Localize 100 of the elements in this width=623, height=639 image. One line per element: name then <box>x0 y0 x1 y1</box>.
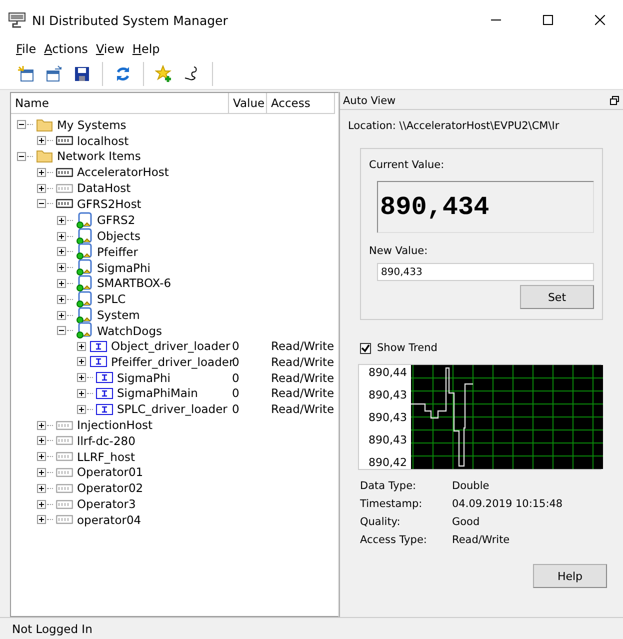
expand-toggle[interactable] <box>37 436 46 446</box>
expand-toggle[interactable] <box>57 294 66 304</box>
tree-item[interactable]: GFRS2Host <box>77 196 142 211</box>
current-value-display: 890,434 <box>377 181 594 233</box>
expand-toggle[interactable] <box>77 342 86 351</box>
process-icon <box>76 228 93 245</box>
collapse-toggle[interactable] <box>17 152 26 161</box>
computer-icon <box>56 184 73 193</box>
process-icon <box>76 243 93 260</box>
expand-toggle[interactable] <box>57 216 66 225</box>
pane-title: Auto View <box>343 94 396 106</box>
expand-toggle[interactable] <box>57 310 66 320</box>
help-button[interactable]: Help <box>533 564 607 588</box>
column-header[interactable]: Name <box>11 93 229 114</box>
expand-toggle[interactable] <box>57 247 66 256</box>
tree-item[interactable]: Pfeiffer <box>97 244 138 259</box>
show-trend-checkbox[interactable] <box>360 342 371 354</box>
expand-toggle[interactable] <box>37 468 46 477</box>
tree-item[interactable]: Pfeiffer_driver_loader <box>111 354 234 369</box>
tree-item[interactable]: SigmaPhi <box>97 260 150 275</box>
collapse-toggle[interactable] <box>37 199 46 208</box>
tree-item[interactable]: llrf-dc-280 <box>77 434 136 448</box>
computer-icon <box>56 436 73 446</box>
property-label: Access Type: <box>360 534 428 546</box>
tree-item[interactable]: localhost <box>77 134 129 148</box>
checkbox-label: Show Trend <box>377 342 438 354</box>
expand-toggle[interactable] <box>77 404 86 414</box>
status-bar: Not Logged In <box>0 617 623 639</box>
collapse-toggle[interactable] <box>57 326 66 336</box>
property-label: Data Type: <box>360 480 418 492</box>
menu-item[interactable]: View <box>96 42 124 56</box>
tree-item[interactable]: SPLC <box>97 292 126 306</box>
property-label: Timestamp: <box>360 498 424 510</box>
column-header[interactable]: Value <box>229 93 267 114</box>
value-cell-text: 0 <box>231 339 240 354</box>
expand-toggle[interactable] <box>77 373 86 382</box>
computer-icon <box>56 515 73 524</box>
tree-item[interactable]: SPLC_driver_loader <box>117 402 228 416</box>
expand-toggle[interactable] <box>37 452 46 462</box>
menu-item[interactable]: Help <box>132 42 160 56</box>
property-value: Read/Write <box>452 534 511 546</box>
axis-tick-label: 890,42 <box>368 456 407 469</box>
access-cell-text: Read/Write <box>270 339 335 354</box>
property-label: Quality: <box>360 516 402 528</box>
expand-toggle[interactable] <box>37 484 46 493</box>
expand-toggle[interactable] <box>37 500 46 509</box>
computer-icon <box>56 500 73 509</box>
axis-tick-label: 890,44 <box>368 366 407 379</box>
tree-item[interactable]: My Systems <box>57 118 126 132</box>
tree-item[interactable]: Objects <box>97 229 140 244</box>
property-value: Good <box>452 516 481 528</box>
property-value: Double <box>452 480 490 492</box>
tree-item[interactable]: Operator3 <box>77 497 136 512</box>
close-icon[interactable] <box>595 15 605 25</box>
access-cell-text: Read/Write <box>270 386 335 400</box>
field-label: Current Value: <box>369 159 446 171</box>
tree-item[interactable]: Object_driver_loader <box>111 339 230 354</box>
tree-item[interactable]: AcceleratorHost <box>77 165 169 180</box>
collapse-toggle[interactable] <box>17 120 26 130</box>
access-cell-text: Read/Write <box>270 402 335 416</box>
axis-tick-label: 890,43 <box>368 411 407 424</box>
tree-item[interactable]: SigmaPhiMain <box>117 386 198 400</box>
tree-item[interactable]: WatchDogs <box>97 324 162 338</box>
menu-item[interactable]: File <box>16 42 36 56</box>
tree-item[interactable]: SigmaPhi <box>117 370 170 385</box>
variable-icon <box>96 404 113 415</box>
set-button[interactable]: Set <box>520 285 594 309</box>
expand-toggle[interactable] <box>37 420 46 430</box>
field-label: New Value: <box>369 245 429 257</box>
tree-item[interactable]: GFRS2 <box>97 213 136 228</box>
restore-icon[interactable] <box>610 96 619 105</box>
expand-toggle[interactable] <box>77 388 86 398</box>
process-icon <box>76 306 93 324</box>
menu-item[interactable]: Actions <box>44 42 88 56</box>
process-icon <box>76 322 93 340</box>
expand-toggle[interactable] <box>37 136 46 146</box>
process-icon <box>76 290 93 308</box>
maximize-icon[interactable] <box>543 15 553 25</box>
tree-item[interactable]: SMARTBOX-6 <box>97 276 172 290</box>
tree-item[interactable]: Network Items <box>57 149 141 164</box>
expand-toggle[interactable] <box>57 232 66 241</box>
expand-toggle[interactable] <box>57 278 66 288</box>
expand-toggle[interactable] <box>77 357 86 366</box>
folder-icon <box>36 149 53 164</box>
value-cell-text: 0 <box>231 386 240 400</box>
tree-item[interactable]: InjectionHost <box>77 418 152 432</box>
tree-item[interactable]: DataHost <box>77 181 131 196</box>
value-cell-text: 0 <box>231 370 240 385</box>
new-value-field[interactable]: 890,433 <box>377 263 594 281</box>
column-header[interactable]: Access <box>267 93 335 114</box>
tree-item[interactable]: LLRF_host <box>77 450 135 464</box>
expand-toggle[interactable] <box>57 263 66 272</box>
tree-item[interactable]: Operator01 <box>77 465 144 480</box>
tree-item[interactable]: operator04 <box>77 512 142 527</box>
expand-toggle[interactable] <box>37 168 46 177</box>
tree-item[interactable]: Operator02 <box>77 481 144 496</box>
expand-toggle[interactable] <box>37 515 46 524</box>
tree-item[interactable]: System <box>97 308 140 322</box>
app-icon <box>8 12 26 28</box>
expand-toggle[interactable] <box>37 184 46 193</box>
